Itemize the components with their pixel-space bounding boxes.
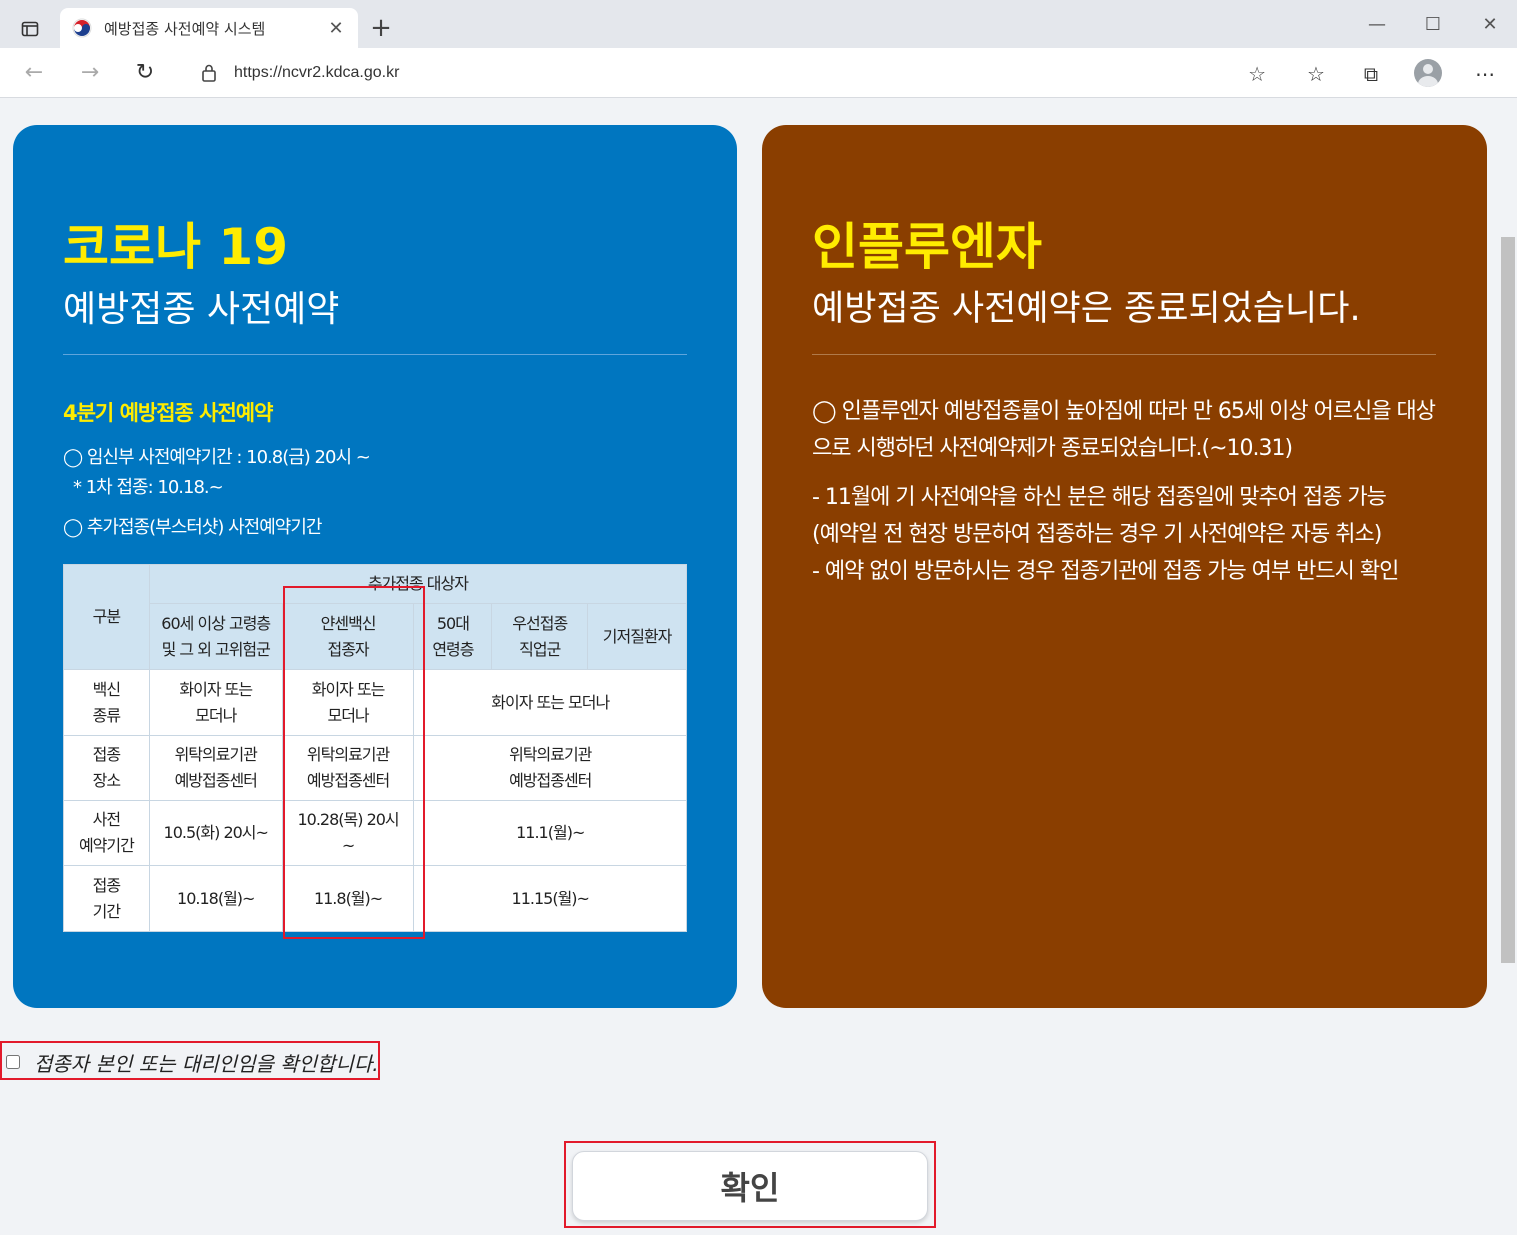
covid-line-first-dose: * 1차 접종: 10.18.~ xyxy=(73,477,224,498)
table-row: 접종 기간 10.18(월)~ 11.8(월)~ 11.15(월)~ xyxy=(63,865,687,932)
table-cell: 11.15(월)~ xyxy=(413,865,687,932)
confirm-button[interactable]: 확인 xyxy=(572,1151,928,1221)
covid-line-pregnant: ◯ 임신부 사전예약기간 : 10.8(금) 20시 ~ xyxy=(63,447,371,468)
profile-avatar-icon[interactable] xyxy=(1414,59,1442,87)
consent-row: 접종자 본인 또는 대리인임을 확인합니다. xyxy=(3,1045,379,1079)
table-cell: 화이자 또는 모더나 xyxy=(148,669,283,736)
covid-divider xyxy=(63,354,687,355)
table-cell: 위탁의료기관 예방접종센터 xyxy=(413,735,687,801)
browser-tab-active[interactable]: 예방접종 사전예약 시스템 ✕ xyxy=(60,8,358,48)
covid-subtitle: 예방접종 사전예약 xyxy=(63,289,340,330)
tab-bar: 예방접종 사전예약 시스템 ✕ + — ☐ ✕ xyxy=(0,0,1517,48)
table-cell: 화이자 또는 모더나 xyxy=(281,669,415,736)
table-row: 사전 예약기간 10.5(화) 20시~ 10.28(목) 20시 ~ 11.1… xyxy=(63,800,687,866)
tab-title: 예방접종 사전예약 시스템 xyxy=(104,19,266,38)
table-row: 백신 종류 화이자 또는 모더나 화이자 또는 모더나 화이자 또는 모더나 xyxy=(63,669,687,736)
minimize-icon[interactable]: — xyxy=(1357,10,1397,40)
address-bar: ← → ↻ https://ncvr2.kdca.go.kr ☆ ☆ ⧉ ⋯ xyxy=(0,48,1517,98)
flu-title: 인플루엔자 xyxy=(812,218,1042,276)
flu-details: - 11월에 기 사전예약을 하신 분은 해당 접종일에 맞추어 접종 가능 (… xyxy=(812,485,1399,584)
table-cell: 10.18(월)~ xyxy=(148,865,283,932)
table-cell: 11.1(월)~ xyxy=(413,800,687,866)
url-field[interactable]: https://ncvr2.kdca.go.kr ☆ xyxy=(180,55,1280,91)
flu-subtitle: 예방접종 사전예약은 종료되었습니다. xyxy=(812,289,1361,329)
close-window-icon[interactable]: ✕ xyxy=(1470,10,1510,40)
consent-label[interactable]: 접종자 본인 또는 대리인임을 확인합니다. xyxy=(34,1048,379,1077)
row-label: 접종 기간 xyxy=(63,865,150,932)
table-cell: 10.28(목) 20시 ~ xyxy=(281,800,415,866)
consent-checkbox[interactable] xyxy=(6,1055,20,1069)
covid-card: 코로나 19 예방접종 사전예약 4분기 예방접종 사전예약 ◯ 임신부 사전예… xyxy=(13,125,737,1008)
covid-title: 코로나 19 xyxy=(63,218,288,276)
table-cell: 11.8(월)~ xyxy=(281,865,415,932)
new-tab-button[interactable]: + xyxy=(366,14,396,44)
back-arrow-icon[interactable]: ← xyxy=(20,60,48,88)
add-favorite-icon[interactable]: ☆ xyxy=(1248,62,1266,86)
maximize-icon[interactable]: ☐ xyxy=(1413,10,1453,40)
booster-schedule-table: 구분 추가접종 대상자 60세 이상 고령층 및 그 외 고위험군 얀센백신 접… xyxy=(63,564,688,932)
column-header: 기저질환자 xyxy=(587,603,687,670)
flu-divider xyxy=(812,354,1436,355)
covid-section-title: 4분기 예방접종 사전예약 xyxy=(63,401,273,425)
column-header: 60세 이상 고령층 및 그 외 고위험군 xyxy=(148,603,283,670)
url-text: https://ncvr2.kdca.go.kr xyxy=(234,64,400,81)
close-tab-icon[interactable]: ✕ xyxy=(326,18,346,39)
row-label: 접종 장소 xyxy=(63,735,150,801)
table-cell: 위탁의료기관 예방접종센터 xyxy=(281,735,415,801)
refresh-icon[interactable]: ↻ xyxy=(131,60,159,88)
column-header: 50대 연령층 xyxy=(413,603,493,670)
covid-line-booster: ◯ 추가접종(부스터샷) 사전예약기간 xyxy=(63,517,322,538)
forward-arrow-icon[interactable]: → xyxy=(76,60,104,88)
header-group: 추가접종 대상자 xyxy=(148,564,688,604)
table-cell: 화이자 또는 모더나 xyxy=(413,669,687,736)
row-label: 백신 종류 xyxy=(63,669,150,736)
column-header: 얀센백신 접종자 xyxy=(281,603,415,670)
page-scrollbar[interactable] xyxy=(1501,237,1515,963)
column-header: 우선접종 직업군 xyxy=(491,603,589,670)
lock-icon xyxy=(202,64,216,82)
collections-icon[interactable]: ⧉ xyxy=(1356,60,1386,88)
favorites-icon[interactable]: ☆ xyxy=(1301,60,1331,88)
tab-actions-icon[interactable] xyxy=(10,12,50,48)
flu-card: 인플루엔자 예방접종 사전예약은 종료되었습니다. ◯ 인플루엔자 예방접종률이… xyxy=(762,125,1487,1008)
header-category: 구분 xyxy=(63,564,150,670)
taegeuk-favicon-icon xyxy=(72,18,92,38)
table-row: 접종 장소 위탁의료기관 예방접종센터 위탁의료기관 예방접종센터 위탁의료기관… xyxy=(63,735,687,801)
table-cell: 10.5(화) 20시~ xyxy=(148,800,283,866)
row-label: 사전 예약기간 xyxy=(63,800,150,866)
more-menu-icon[interactable]: ⋯ xyxy=(1470,60,1500,88)
table-cell: 위탁의료기관 예방접종센터 xyxy=(148,735,283,801)
flu-notice: ◯ 인플루엔자 예방접종률이 높아짐에 따라 만 65세 이상 어르신을 대상으… xyxy=(812,399,1436,461)
